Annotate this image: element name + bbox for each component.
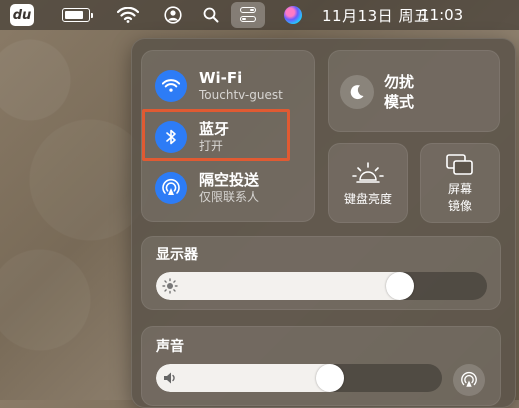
airdrop-toggle[interactable]: 隔空投送 仅限联系人 <box>155 168 259 208</box>
wifi-menu-icon[interactable] <box>116 0 140 30</box>
user-icon[interactable] <box>162 0 184 30</box>
menubar-time[interactable]: 11:03 <box>420 0 463 30</box>
keyboard-brightness-icon <box>352 162 384 183</box>
mirror-label-line2: 镜像 <box>447 199 472 213</box>
display-title: 显示器 <box>156 247 198 263</box>
airplay-audio-icon[interactable] <box>453 364 485 396</box>
siri-icon[interactable] <box>282 0 304 30</box>
screen-mirroring-icon <box>446 154 473 175</box>
sun-icon <box>162 278 178 294</box>
sound-title: 声音 <box>156 339 184 355</box>
moon-icon[interactable] <box>340 75 374 109</box>
menu-bar: du 11月13日 周五 11:03 <box>0 0 519 30</box>
bluetooth-highlight-box <box>142 109 290 161</box>
dnd-label-line2: 模式 <box>384 93 415 111</box>
wifi-toggle[interactable]: Wi-Fi Touchtv-guest <box>155 66 283 106</box>
control-center-icon[interactable] <box>231 2 265 28</box>
menubar-date[interactable]: 11月13日 周五 <box>322 0 429 30</box>
do-not-disturb-label: 勿扰 模式 <box>384 72 434 112</box>
speaker-icon <box>164 372 175 384</box>
keyboard-brightness-label: 键盘亮度 <box>343 192 392 206</box>
mirror-label-line1: 屏幕 <box>447 182 472 196</box>
airdrop-title: 隔空投送 <box>199 171 260 189</box>
app-logo[interactable]: du <box>10 4 34 26</box>
screen-mirroring-label: 屏幕 镜像 <box>420 181 500 215</box>
wifi-icon[interactable] <box>155 70 187 102</box>
display-brightness-knob[interactable] <box>386 272 414 300</box>
volume-knob[interactable] <box>316 364 344 392</box>
battery-icon[interactable] <box>62 0 93 30</box>
airdrop-icon[interactable] <box>155 172 187 204</box>
wifi-title: Wi-Fi <box>199 69 243 87</box>
display-brightness-slider[interactable] <box>156 272 487 300</box>
wifi-network-name: Touchtv-guest <box>199 88 283 102</box>
search-icon[interactable] <box>200 0 222 30</box>
app-logo-text: du <box>12 7 32 23</box>
dnd-label-line1: 勿扰 <box>384 73 415 91</box>
airdrop-status: 仅限联系人 <box>199 190 260 204</box>
volume-slider[interactable] <box>156 364 442 392</box>
